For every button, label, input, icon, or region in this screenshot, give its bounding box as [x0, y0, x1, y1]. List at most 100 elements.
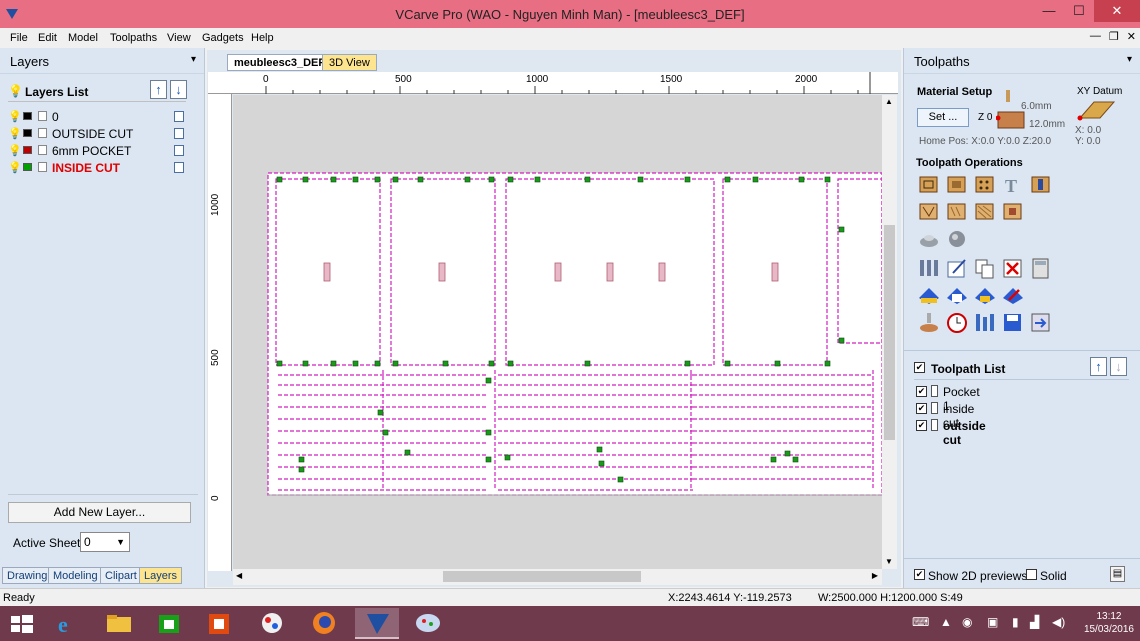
move-layer-up-button[interactable]: ↑	[150, 80, 167, 99]
store-icon[interactable]	[147, 608, 191, 639]
texture-toolpath-icon[interactable]	[945, 201, 969, 223]
horizontal-scroll-thumb[interactable]	[443, 571, 641, 582]
mdi-minimize-button[interactable]: —	[1090, 30, 1101, 43]
vcarve-taskbar-icon[interactable]	[355, 608, 399, 639]
layer-row-inside-cut[interactable]: 💡 INSIDE CUT	[8, 160, 184, 176]
toolpath-visible-checkbox[interactable]: ✔	[916, 403, 927, 414]
toolpath-list-checkbox[interactable]: ✔	[914, 362, 925, 373]
start-button[interactable]	[0, 608, 44, 639]
maximize-button[interactable]: ☐	[1064, 0, 1094, 22]
show-2d-previews-checkbox[interactable]: ✔	[914, 569, 925, 580]
battery-icon[interactable]: ▮	[1012, 615, 1019, 629]
visibility-bulb-icon[interactable]: 💡	[8, 110, 22, 123]
pin-icon[interactable]: ▾	[191, 54, 196, 65]
xy-datum-icon[interactable]	[1074, 98, 1116, 124]
preview-material-icon[interactable]	[917, 284, 941, 306]
solid-checkbox[interactable]	[1026, 569, 1037, 580]
file-explorer-icon[interactable]	[97, 608, 141, 639]
time-estimate-icon[interactable]	[945, 311, 969, 333]
3d-roughing-icon[interactable]	[917, 228, 941, 250]
layer-lock-checkbox[interactable]	[174, 111, 184, 122]
vertical-scroll-thumb[interactable]	[884, 225, 895, 440]
tray-device-icon[interactable]: ▣	[987, 615, 998, 629]
scroll-right-icon[interactable]: ▶	[872, 571, 878, 580]
layer-color-swatch[interactable]	[23, 112, 32, 120]
add-new-layer-button[interactable]: Add New Layer...	[8, 502, 191, 523]
clock[interactable]: 13:12 15/03/2016	[1084, 610, 1134, 636]
toolpath-visible-checkbox[interactable]: ✔	[916, 386, 927, 397]
menu-model[interactable]: Model	[68, 32, 98, 44]
layer-lock-checkbox[interactable]	[174, 145, 184, 156]
paint-app-icon[interactable]	[250, 608, 294, 639]
merge-toolpath-icon[interactable]	[1029, 311, 1053, 333]
tab-layers[interactable]: Layers	[139, 567, 183, 584]
mdi-restore-button[interactable]: ❐	[1109, 30, 1119, 43]
minimize-button[interactable]: —	[1034, 0, 1064, 22]
drilling-toolpath-icon[interactable]	[973, 174, 997, 196]
show-hidden-icons-icon[interactable]: ▲	[940, 615, 952, 629]
firefox-icon[interactable]	[302, 608, 346, 639]
tab-document[interactable]: meubleesc3_DEF	[227, 54, 333, 71]
copy-toolpath-icon[interactable]	[973, 257, 997, 279]
layer-row-0[interactable]: 💡 0	[8, 109, 184, 125]
delete-toolpath-icon[interactable]	[1001, 257, 1025, 279]
menu-toolpaths[interactable]: Toolpaths	[110, 32, 157, 44]
scroll-left-icon[interactable]: ◀	[236, 571, 242, 580]
close-button[interactable]: ✕	[1094, 0, 1140, 22]
image-viewer-icon[interactable]	[406, 608, 450, 639]
visibility-bulb-icon[interactable]: 💡	[8, 161, 22, 174]
tab-drawing[interactable]: Drawing	[2, 567, 53, 584]
layer-color-swatch[interactable]	[23, 129, 32, 137]
menu-file[interactable]: File	[10, 32, 28, 44]
pocket-toolpath-icon[interactable]	[945, 174, 969, 196]
layer-color-swatch[interactable]	[23, 163, 32, 171]
office-icon[interactable]	[197, 608, 241, 639]
active-sheet-select[interactable]: 0 ▼	[80, 532, 130, 552]
moulding-toolpath-icon[interactable]	[1001, 201, 1025, 223]
prism-toolpath-icon[interactable]	[973, 201, 997, 223]
layer-lock-checkbox[interactable]	[174, 128, 184, 139]
3d-finishing-icon[interactable]	[945, 228, 969, 250]
layer-color-swatch[interactable]	[23, 146, 32, 154]
move-toolpath-up-button[interactable]: ↑	[1090, 357, 1107, 376]
network-icon[interactable]: ▟	[1030, 615, 1039, 629]
layer-lock-checkbox[interactable]	[174, 162, 184, 173]
visibility-bulb-icon[interactable]: 💡	[8, 144, 22, 157]
tab-clipart[interactable]: Clipart	[100, 567, 142, 584]
pin-icon[interactable]: ▾	[1127, 54, 1132, 65]
tool-database-icon[interactable]	[917, 257, 941, 279]
internet-explorer-icon[interactable]: e	[46, 608, 90, 639]
layer-row-6mm-pocket[interactable]: 💡 6mm POCKET	[8, 143, 184, 159]
move-toolpath-down-button[interactable]: ↓	[1110, 357, 1127, 376]
tab-modeling[interactable]: Modeling	[48, 567, 103, 584]
mdi-close-button[interactable]: ✕	[1127, 30, 1136, 43]
preview-all-icon[interactable]	[973, 284, 997, 306]
layer-row-outside-cut[interactable]: 💡 OUTSIDE CUT	[8, 126, 184, 142]
inlay-toolpath-icon[interactable]	[1029, 174, 1053, 196]
fluting-toolpath-icon[interactable]	[917, 201, 941, 223]
profile-toolpath-icon[interactable]	[917, 174, 941, 196]
tray-app-icon[interactable]: ◉	[962, 615, 972, 629]
drawing-canvas[interactable]	[233, 95, 882, 569]
move-layer-down-button[interactable]: ↓	[170, 80, 187, 99]
lightbulb-icon[interactable]: 💡	[8, 84, 23, 98]
edit-toolpath-icon[interactable]	[945, 257, 969, 279]
horizontal-scrollbar[interactable]: ◀ ▶	[233, 569, 882, 585]
menu-gadgets[interactable]: Gadgets	[202, 32, 244, 44]
scroll-down-icon[interactable]: ▼	[885, 557, 893, 566]
toolpath-visible-checkbox[interactable]: ✔	[916, 420, 927, 431]
calculate-icon[interactable]	[1029, 257, 1053, 279]
keyboard-icon[interactable]: ⌨	[912, 615, 929, 629]
toolpath-templates-icon[interactable]	[973, 311, 997, 333]
volume-icon[interactable]: ◀)	[1052, 615, 1065, 629]
material-set-button[interactable]: Set ...	[917, 108, 969, 127]
tool-carve-icon[interactable]	[917, 311, 941, 333]
vertical-scrollbar[interactable]: ▲ ▼	[882, 95, 897, 569]
visibility-bulb-icon[interactable]: 💡	[8, 127, 22, 140]
scroll-up-icon[interactable]: ▲	[885, 97, 893, 106]
preview-settings-icon[interactable]: ▤	[1110, 566, 1125, 582]
save-toolpath-icon[interactable]	[1001, 311, 1025, 333]
menu-edit[interactable]: Edit	[38, 32, 57, 44]
vcarve-text-icon[interactable]: T	[1001, 174, 1025, 196]
preview-toolpath-icon[interactable]	[945, 284, 969, 306]
